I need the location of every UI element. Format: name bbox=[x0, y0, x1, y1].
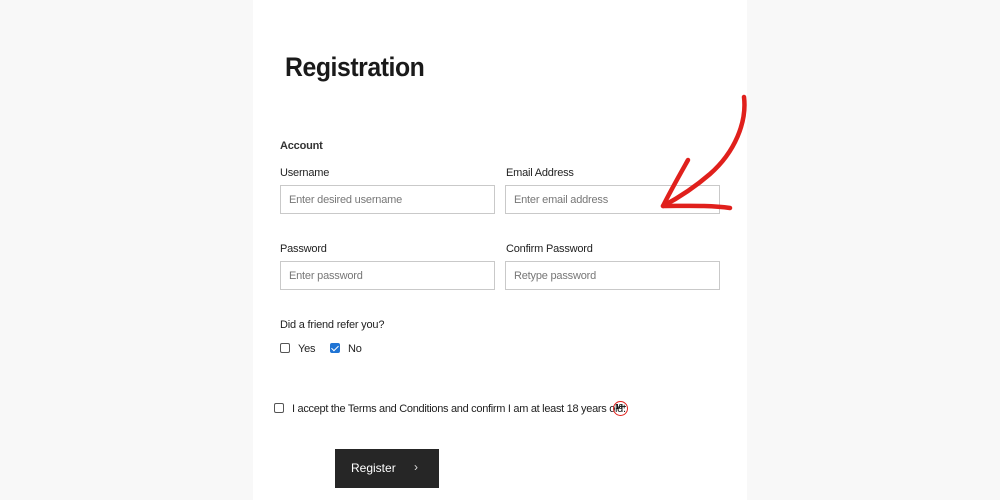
referral-no-label[interactable]: No bbox=[348, 343, 362, 355]
register-button[interactable]: Register › bbox=[335, 449, 439, 488]
email-label: Email Address bbox=[506, 167, 574, 179]
page-title: Registration bbox=[285, 52, 425, 82]
referral-no-checkbox[interactable] bbox=[330, 343, 340, 353]
terms-checkbox[interactable] bbox=[274, 403, 284, 413]
confirm-password-input[interactable] bbox=[505, 261, 720, 290]
terms-label[interactable]: I accept the Terms and Conditions and co… bbox=[292, 403, 626, 415]
referral-question: Did a friend refer you? bbox=[280, 319, 385, 331]
password-label: Password bbox=[280, 243, 327, 255]
referral-yes-checkbox[interactable] bbox=[280, 343, 290, 353]
referral-yes-label[interactable]: Yes bbox=[298, 343, 316, 355]
confirm-password-label: Confirm Password bbox=[506, 243, 593, 255]
section-label-account: Account bbox=[280, 140, 323, 152]
username-label: Username bbox=[280, 167, 330, 179]
annotation-arrow-icon bbox=[660, 94, 747, 211]
username-input[interactable] bbox=[280, 185, 495, 214]
register-button-label: Register bbox=[351, 461, 396, 475]
chevron-right-icon: › bbox=[414, 460, 418, 474]
age-18-plus-badge: 18+ bbox=[613, 401, 628, 416]
password-input[interactable] bbox=[280, 261, 495, 290]
